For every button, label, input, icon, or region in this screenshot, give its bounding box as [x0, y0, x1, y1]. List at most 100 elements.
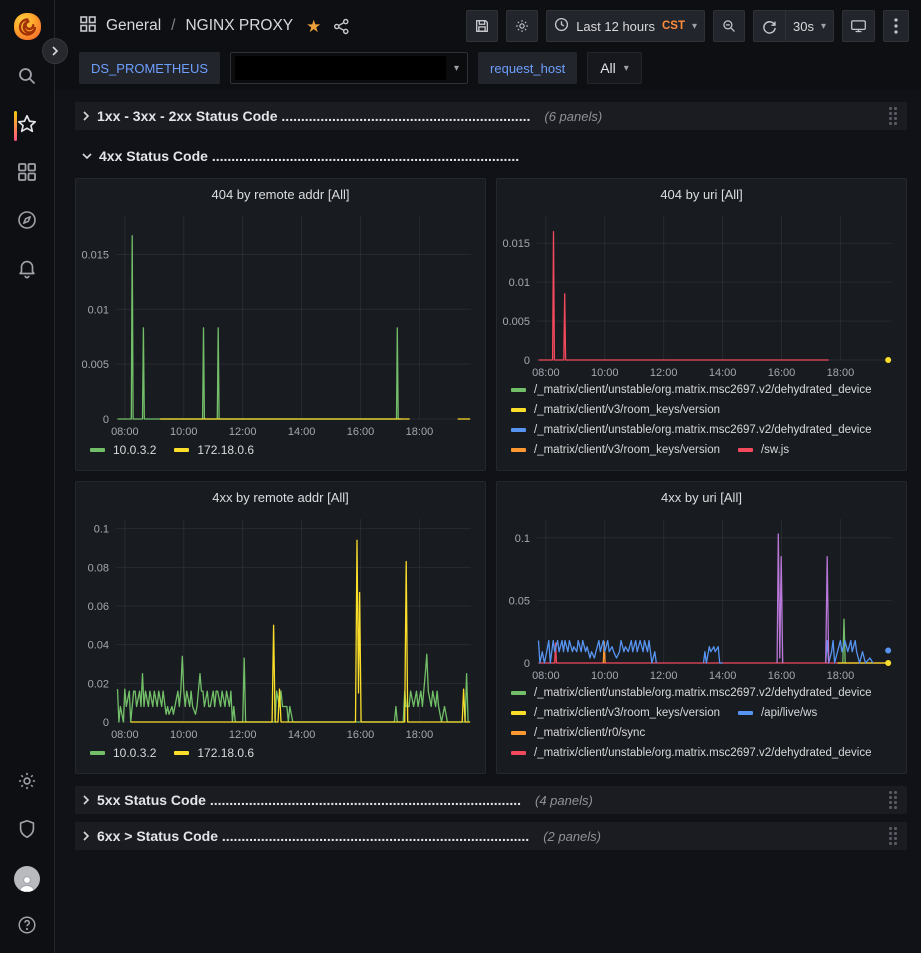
svg-text:16:00: 16:00: [768, 670, 796, 682]
chevron-down-icon: ▾: [624, 63, 629, 74]
svg-text:10:00: 10:00: [591, 367, 619, 379]
legend-item[interactable]: /_matrix/client/unstable/org.matrix.msc2…: [511, 687, 872, 699]
redacted-value: [235, 56, 446, 80]
refresh-button-group: 30s ▾: [753, 10, 834, 42]
sidebar-item-profile[interactable]: [0, 855, 55, 903]
svg-text:12:00: 12:00: [650, 670, 678, 682]
variable-label-ds-prometheus[interactable]: DS_PROMETHEUS: [79, 52, 220, 84]
row-drag-handle[interactable]: [887, 825, 899, 847]
legend-item[interactable]: /_matrix/client/v3/room_keys/version: [511, 444, 720, 456]
svg-text:0.08: 0.08: [88, 562, 109, 574]
dashboard-settings-button[interactable]: [506, 10, 538, 42]
svg-text:0: 0: [524, 658, 530, 670]
sidebar-item-alerting[interactable]: [0, 246, 55, 294]
star-icon: [16, 113, 38, 140]
grafana-flame-icon: [14, 13, 41, 40]
svg-text:08:00: 08:00: [532, 670, 560, 682]
svg-text:0.1: 0.1: [515, 533, 530, 545]
panel-title[interactable]: 404 by remote addr [All]: [76, 179, 485, 206]
svg-text:16:00: 16:00: [347, 426, 375, 438]
legend-item[interactable]: /_matrix/client/unstable/org.matrix.msc2…: [511, 747, 872, 759]
dashboard-title[interactable]: NGINX PROXY: [185, 17, 293, 35]
row-title: 4xx Status Code ........................…: [99, 148, 519, 164]
legend-item[interactable]: 172.18.0.6: [174, 443, 254, 457]
legend-item[interactable]: /_matrix/client/v3/room_keys/version: [511, 404, 720, 416]
panel-4xx-by-remote-addr: 4xx by remote addr [All] 08:0010:0012:00…: [75, 481, 486, 774]
svg-text:12:00: 12:00: [229, 426, 257, 438]
legend-item[interactable]: /api/live/ws: [738, 707, 817, 719]
chevron-down-icon: ▾: [454, 63, 459, 74]
row-header-1xx-3xx-2xx[interactable]: 1xx - 3xx - 2xx Status Code ............…: [75, 102, 907, 130]
tv-mode-button[interactable]: [842, 10, 875, 42]
legend-item[interactable]: /_matrix/client/unstable/org.matrix.msc2…: [511, 424, 872, 436]
legend-swatch: [738, 448, 753, 452]
svg-text:18:00: 18:00: [827, 670, 855, 682]
kebab-menu-button[interactable]: [883, 10, 909, 42]
breadcrumb-section[interactable]: General: [106, 17, 161, 35]
bell-icon: [16, 257, 38, 284]
legend-label: 10.0.3.2: [113, 443, 156, 457]
legend-swatch: [738, 711, 753, 715]
legend-item[interactable]: /_matrix/client/v3/room_keys/version: [511, 707, 720, 719]
sidebar-bottom-items: [0, 759, 54, 953]
panel-title[interactable]: 4xx by remote addr [All]: [76, 482, 485, 509]
timeseries-chart[interactable]: 08:0010:0012:0014:0016:0018:0000.050.1: [497, 509, 904, 685]
timeseries-chart[interactable]: 08:0010:0012:0014:0016:0018:0000.0050.01…: [76, 206, 483, 441]
panel-title[interactable]: 404 by uri [All]: [497, 179, 906, 206]
variable-value-request-host[interactable]: All ▾: [587, 52, 642, 84]
row-header-6xx[interactable]: 6xx > Status Code ......................…: [75, 822, 907, 850]
save-dashboard-button[interactable]: [466, 10, 498, 42]
legend-label: 172.18.0.6: [197, 746, 254, 760]
svg-text:14:00: 14:00: [288, 426, 316, 438]
refresh-interval-dropdown[interactable]: 30s ▾: [785, 10, 834, 42]
panel-404-by-uri: 404 by uri [All] 08:0010:0012:0014:0016:…: [496, 178, 907, 471]
sidebar-item-help[interactable]: [0, 903, 55, 951]
sidebar-item-dashboards[interactable]: [0, 150, 55, 198]
row-panel-count: (2 panels): [543, 829, 601, 844]
time-range-label: Last 12 hours: [576, 19, 655, 34]
legend-label: /api/live/ws: [761, 707, 817, 719]
request-host-value: All: [600, 60, 616, 76]
variable-label-request-host[interactable]: request_host: [478, 52, 577, 84]
timeseries-chart[interactable]: 08:0010:0012:0014:0016:0018:0000.020.040…: [76, 509, 483, 744]
row-drag-handle[interactable]: [887, 789, 899, 811]
panel-title[interactable]: 4xx by uri [All]: [497, 482, 906, 509]
sidebar-expand-button[interactable]: [42, 38, 68, 64]
legend-item[interactable]: /_matrix/client/unstable/org.matrix.msc2…: [511, 384, 872, 396]
variable-value-ds-prometheus[interactable]: ▾: [230, 52, 468, 84]
legend-item[interactable]: 172.18.0.6: [174, 746, 254, 760]
sidebar-item-starred[interactable]: [0, 102, 55, 150]
row-header-5xx[interactable]: 5xx Status Code ........................…: [75, 786, 907, 814]
chevron-right-icon: [81, 794, 91, 806]
sidebar: [0, 0, 55, 953]
legend-item[interactable]: /_matrix/client/r0/sync: [511, 727, 645, 739]
legend-item[interactable]: 10.0.3.2: [90, 746, 156, 760]
svg-text:0.06: 0.06: [88, 601, 109, 613]
top-nav-bar: General / NGINX PROXY ★ La: [55, 0, 921, 52]
svg-text:08:00: 08:00: [532, 367, 560, 379]
row-panel-count: (6 panels): [544, 109, 602, 124]
legend-label: /_matrix/client/unstable/org.matrix.msc2…: [534, 747, 872, 759]
legend-label: /sw.js: [761, 444, 789, 456]
timeseries-chart[interactable]: 08:0010:0012:0014:0016:0018:0000.0050.01…: [497, 206, 904, 382]
sidebar-item-explore[interactable]: [0, 198, 55, 246]
svg-text:14:00: 14:00: [288, 729, 316, 741]
row-drag-handle[interactable]: [887, 105, 899, 127]
svg-text:08:00: 08:00: [111, 426, 139, 438]
refresh-button[interactable]: [753, 10, 785, 42]
zoom-out-button[interactable]: [713, 10, 745, 42]
favorite-star-icon[interactable]: ★: [306, 18, 321, 35]
legend-item[interactable]: /sw.js: [738, 444, 789, 456]
panel-404-by-remote-addr: 404 by remote addr [All] 08:0010:0012:00…: [75, 178, 486, 471]
svg-text:16:00: 16:00: [768, 367, 796, 379]
legend-swatch: [511, 388, 526, 392]
time-range-picker[interactable]: Last 12 hours CST ▾: [546, 10, 705, 42]
legend-item[interactable]: 10.0.3.2: [90, 443, 156, 457]
sidebar-item-configuration[interactable]: [0, 759, 55, 807]
share-button[interactable]: [333, 18, 350, 35]
sidebar-item-server-admin[interactable]: [0, 807, 55, 855]
row-header-4xx[interactable]: 4xx Status Code ........................…: [75, 142, 907, 170]
chart-404-by-remote-addr: 08:0010:0012:0014:0016:0018:0000.0050.01…: [76, 206, 485, 441]
clock-icon: [554, 17, 569, 35]
legend-swatch: [511, 408, 526, 412]
